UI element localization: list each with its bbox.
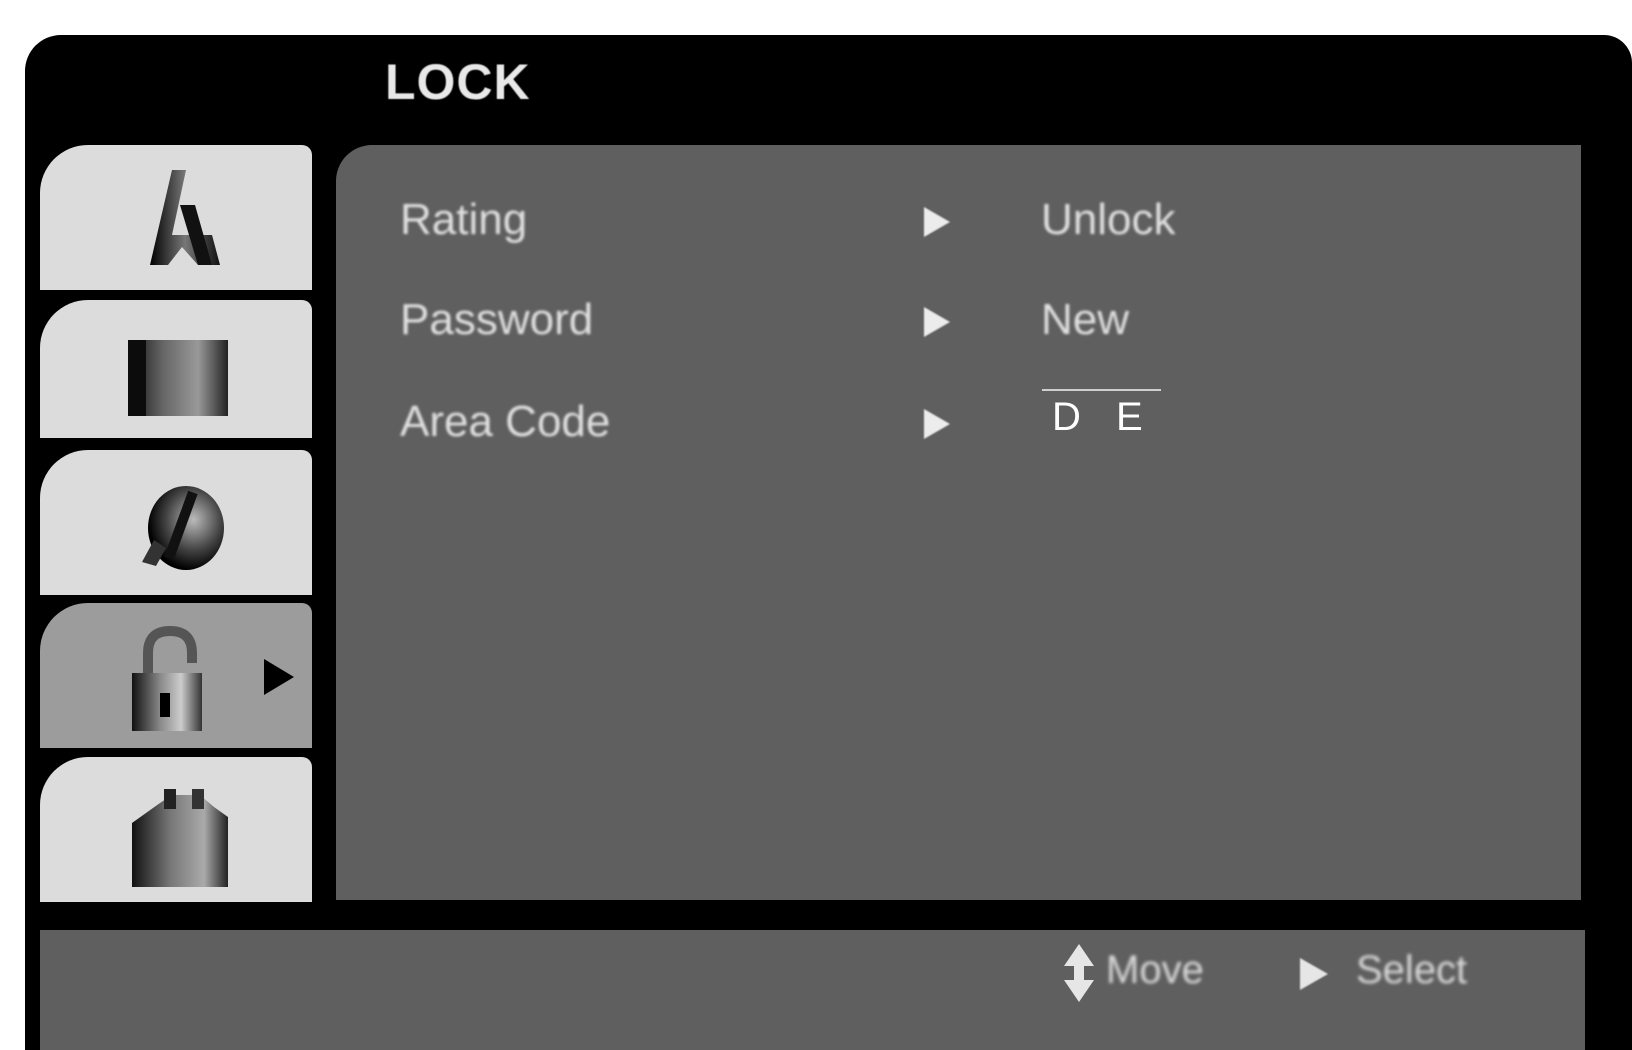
setting-label: Area Code bbox=[400, 397, 611, 446]
setting-label: Password bbox=[400, 295, 594, 344]
settings-panel: Rating Unlock Password New Area Code D E bbox=[336, 145, 1581, 900]
setting-label: Rating bbox=[400, 195, 528, 244]
row-arrow-icon bbox=[924, 307, 950, 337]
move-hint-label: Move bbox=[1106, 948, 1204, 992]
tab-lock[interactable] bbox=[40, 603, 312, 748]
others-icon bbox=[132, 789, 228, 887]
select-hint-label: Select bbox=[1356, 948, 1468, 992]
display-screen-icon bbox=[128, 340, 228, 416]
setting-row-area-code[interactable]: Area Code D E bbox=[336, 389, 1581, 457]
setting-value[interactable]: Unlock bbox=[1041, 195, 1176, 245]
selected-tab-arrow-icon bbox=[264, 659, 294, 695]
audio-note-icon bbox=[142, 486, 224, 570]
tab-audio[interactable] bbox=[40, 450, 312, 595]
setting-row-password[interactable]: Password New bbox=[336, 295, 1581, 355]
tab-display[interactable] bbox=[40, 300, 312, 438]
setting-row-rating[interactable]: Rating Unlock bbox=[336, 195, 1581, 255]
language-a-icon bbox=[150, 170, 220, 265]
tab-language[interactable] bbox=[40, 145, 312, 290]
up-down-arrow-icon bbox=[1064, 944, 1094, 1002]
footer-hint-bar: Move Select bbox=[40, 930, 1585, 1050]
setup-menu-window: LOCK Rating Unlock Password New Area Cod… bbox=[25, 35, 1632, 1050]
select-arrow-icon bbox=[1300, 958, 1328, 990]
lock-icon bbox=[132, 625, 202, 731]
row-arrow-icon bbox=[924, 207, 950, 237]
menu-title: LOCK bbox=[385, 54, 531, 110]
setting-value[interactable]: New bbox=[1041, 295, 1129, 345]
tab-others[interactable] bbox=[40, 757, 312, 902]
area-code-value[interactable]: D E bbox=[1042, 389, 1161, 440]
row-arrow-icon bbox=[924, 409, 950, 439]
